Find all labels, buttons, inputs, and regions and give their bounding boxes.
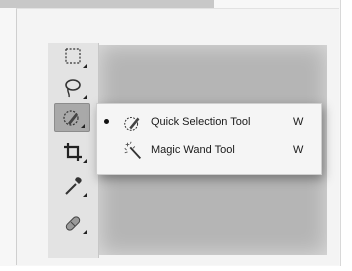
menu-item-shortcut: W bbox=[293, 144, 304, 156]
quick-selection-tool[interactable] bbox=[54, 103, 90, 132]
tool-group-indicator bbox=[83, 193, 87, 197]
rectangular-marquee-tool[interactable] bbox=[55, 43, 91, 71]
healing-brush-tool[interactable] bbox=[55, 209, 91, 237]
crop-icon bbox=[64, 143, 82, 161]
menu-item-label: Magic Wand Tool bbox=[151, 144, 235, 156]
lasso-tool[interactable] bbox=[55, 74, 91, 102]
quick-selection-icon bbox=[124, 116, 140, 131]
tool-flyout-menu: Quick Selection Tool W Magic Wand Tool W bbox=[96, 103, 322, 175]
window-top-bar bbox=[0, 0, 214, 8]
menu-item-shortcut: W bbox=[293, 116, 304, 128]
selected-bullet-icon bbox=[104, 119, 109, 124]
menu-item-quick-selection[interactable]: Quick Selection Tool W bbox=[97, 110, 321, 136]
eyedropper-tool[interactable] bbox=[55, 172, 91, 200]
tool-group-indicator bbox=[83, 159, 87, 163]
tool-group-indicator bbox=[83, 64, 87, 68]
lasso-icon bbox=[65, 79, 81, 98]
healing-brush-icon bbox=[65, 216, 81, 231]
menu-item-magic-wand[interactable]: Magic Wand Tool W bbox=[97, 138, 321, 164]
tool-group-indicator bbox=[83, 95, 87, 99]
menu-item-label: Quick Selection Tool bbox=[151, 116, 251, 128]
magic-wand-icon bbox=[124, 141, 142, 159]
tool-group-indicator bbox=[81, 124, 85, 128]
eyedropper-icon bbox=[65, 177, 82, 195]
tool-group-indicator bbox=[83, 230, 87, 234]
rectangular-marquee-icon bbox=[65, 48, 81, 64]
crop-tool[interactable] bbox=[55, 138, 91, 166]
